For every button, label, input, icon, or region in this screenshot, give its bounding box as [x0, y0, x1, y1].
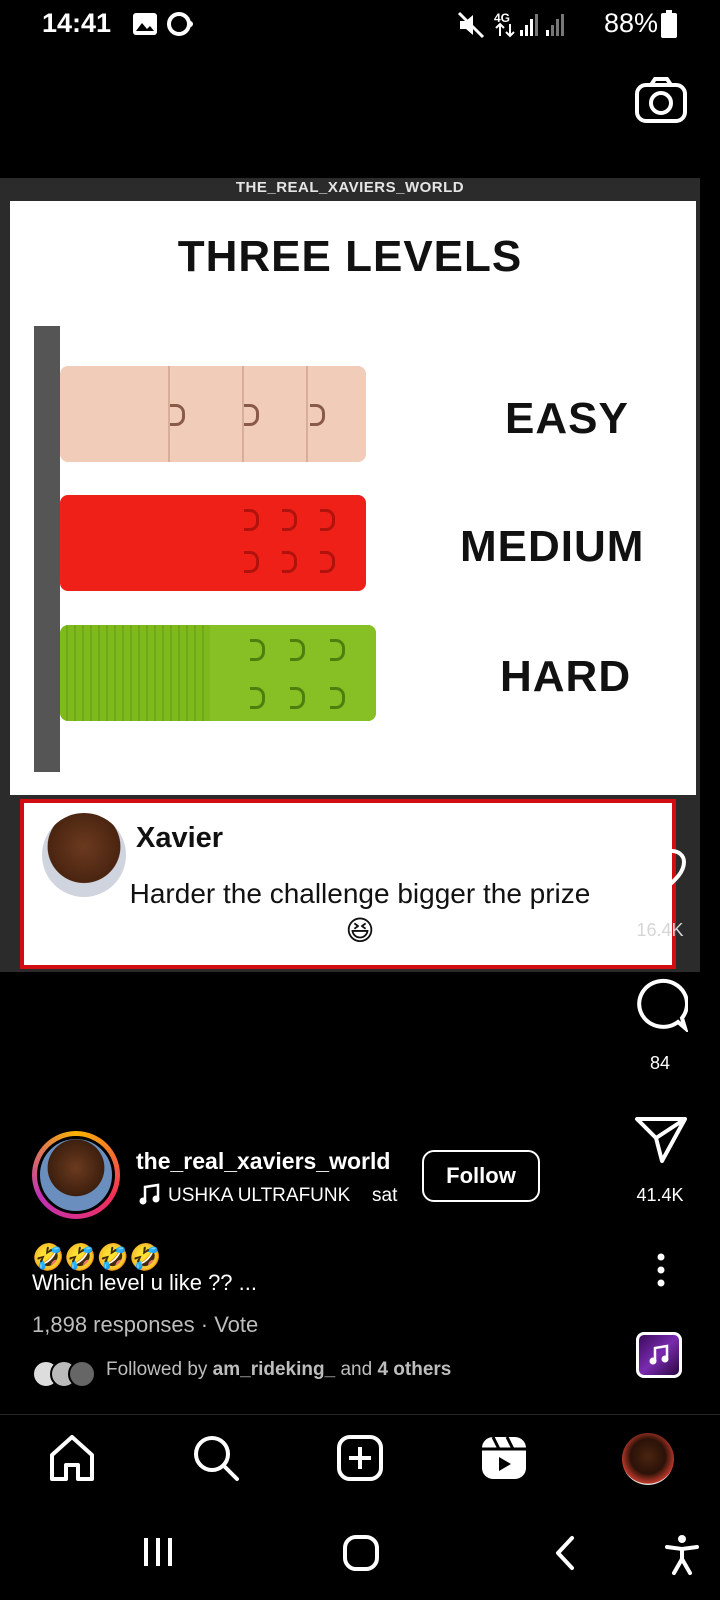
comment-text: Harder the challenge bigger the prize 😆 [129, 878, 591, 946]
followed-by-suffix: and [335, 1359, 378, 1380]
create-icon[interactable] [335, 1433, 385, 1483]
comment-icon[interactable] [634, 978, 688, 1032]
mute-icon [457, 11, 485, 39]
follow-button[interactable]: Follow [422, 1150, 540, 1202]
gallery-icon [133, 13, 157, 35]
audio-title: USHKA ULTRAFUNK [168, 1185, 351, 1206]
user-avatar[interactable] [37, 1136, 115, 1214]
followed-by-others: 4 others [377, 1359, 452, 1380]
reels-icon[interactable] [479, 1433, 529, 1483]
battery-percentage: 88% [604, 8, 659, 38]
poll-responses[interactable]: 1,898 responses · Vote [32, 1312, 258, 1338]
media-title: THREE LEVELS [177, 232, 523, 281]
audio-extra: sat [372, 1185, 398, 1206]
profile-avatar[interactable] [622, 1433, 674, 1485]
music-note-icon [649, 1344, 669, 1365]
home-icon[interactable] [47, 1433, 97, 1483]
strap-easy [60, 366, 366, 462]
notification-icon [167, 12, 193, 36]
caption[interactable]: Which level u like ?? ... [32, 1270, 257, 1296]
followed-by-prefix: Followed by [106, 1359, 213, 1380]
comment-count: 84 [649, 1053, 671, 1073]
audio-thumbnail[interactable] [636, 1332, 682, 1378]
followed-by-user: am_rideking_ [212, 1359, 336, 1380]
battery-icon [661, 10, 677, 38]
avatar [42, 813, 126, 897]
search-icon[interactable] [191, 1433, 241, 1483]
caption-emojis: 🤣🤣🤣🤣 [32, 1242, 162, 1272]
divider [0, 1414, 720, 1415]
home-button-icon[interactable] [342, 1534, 380, 1572]
strap-medium [60, 495, 366, 591]
watermark: THE_REAL_XAVIERS_WORLD [235, 179, 465, 196]
followers-avatars [32, 1360, 104, 1388]
comment-author: Xavier [136, 822, 224, 854]
accessibility-icon[interactable] [664, 1534, 700, 1576]
svg-text:4G: 4G [494, 11, 510, 25]
status-bar: 14:41 4G 88% [0, 0, 720, 50]
back-icon[interactable] [552, 1534, 578, 1572]
username[interactable]: the_real_xaviers_world [136, 1148, 390, 1175]
avatar [68, 1360, 96, 1388]
heart-icon[interactable] [633, 848, 687, 896]
music-note-icon [139, 1183, 160, 1205]
pole [34, 326, 60, 772]
level-hard: HARD [500, 652, 632, 701]
level-medium: MEDIUM [460, 522, 645, 571]
share-count: 41.4K [636, 1185, 684, 1205]
followed-by-text[interactable]: Followed by am_rideking_ and 4 others [106, 1359, 451, 1381]
signal-icon: 4G [494, 11, 564, 38]
strap-hard [60, 625, 376, 721]
level-easy: EASY [505, 394, 629, 443]
like-count: 16.4K [636, 920, 684, 940]
camera-icon[interactable] [634, 76, 688, 124]
send-icon[interactable] [634, 1114, 688, 1164]
recent-apps-icon[interactable] [140, 1534, 176, 1570]
more-icon[interactable] [655, 1252, 667, 1288]
status-time: 14:41 [42, 8, 112, 38]
